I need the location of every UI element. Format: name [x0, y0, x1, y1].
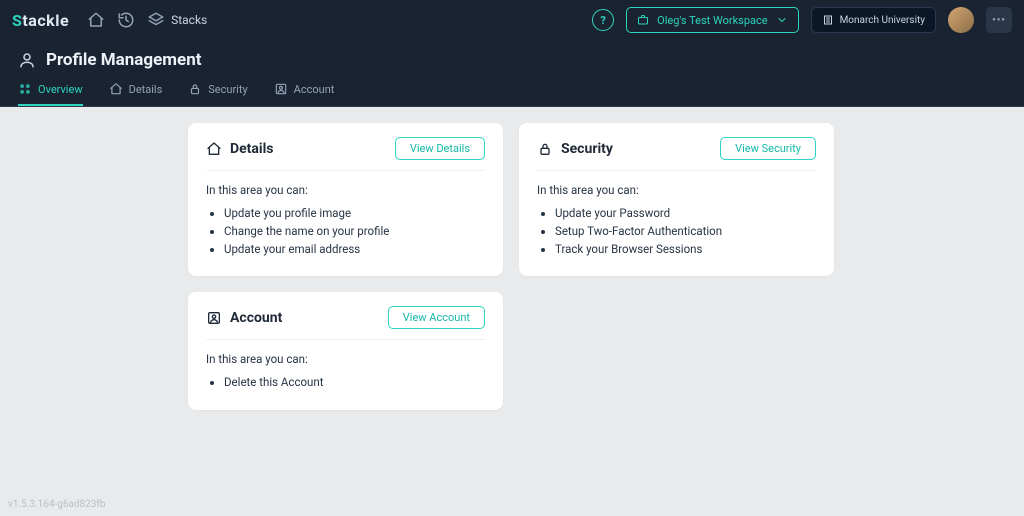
- card-security: Security View Security In this area you …: [519, 123, 834, 276]
- top-nav: Stackle Stacks ? Oleg's Test Workspace M…: [0, 0, 1024, 40]
- nav-stacks-label: Stacks: [171, 13, 207, 27]
- workspace-label: Oleg's Test Workspace: [657, 14, 767, 27]
- chevron-down-icon: [776, 14, 788, 26]
- list-item: Update you profile image: [224, 205, 485, 223]
- workspace-selector[interactable]: Oleg's Test Workspace: [626, 7, 798, 33]
- briefcase-icon: [637, 14, 649, 26]
- card-details: Details View Details In this area you ca…: [188, 123, 503, 276]
- content-area: Details View Details In this area you ca…: [0, 107, 1024, 410]
- card-account-title: Account: [230, 310, 282, 326]
- account-icon: [274, 82, 288, 96]
- brand-rest: tackle: [22, 11, 69, 30]
- account-icon: [206, 310, 222, 326]
- avatar[interactable]: [948, 7, 974, 33]
- tab-overview[interactable]: Overview: [18, 82, 83, 106]
- user-icon: [18, 51, 36, 69]
- list-item: Delete this Account: [224, 374, 485, 392]
- building-icon: [822, 14, 834, 26]
- tab-details[interactable]: Details: [109, 82, 163, 106]
- history-icon[interactable]: [117, 11, 135, 29]
- card-account-list: Delete this Account: [206, 374, 485, 392]
- brand-first: S: [12, 11, 22, 30]
- card-details-list: Update you profile image Change the name…: [206, 205, 485, 258]
- university-button[interactable]: Monarch University: [811, 7, 936, 33]
- view-details-button[interactable]: View Details: [395, 137, 485, 160]
- nav-stacks[interactable]: Stacks: [147, 11, 207, 29]
- page-title: Profile Management: [46, 50, 201, 70]
- lock-icon: [537, 141, 553, 157]
- tab-security-label: Security: [208, 83, 247, 96]
- list-item: Update your Password: [555, 205, 816, 223]
- home-icon[interactable]: [87, 11, 105, 29]
- more-button[interactable]: •••: [986, 7, 1012, 33]
- version-label: v1.5.3.164-g6ad823fb: [8, 499, 106, 510]
- university-label: Monarch University: [840, 15, 925, 26]
- card-account: Account View Account In this area you ca…: [188, 292, 503, 410]
- card-security-list: Update your Password Setup Two-Factor Au…: [537, 205, 816, 258]
- view-security-button[interactable]: View Security: [720, 137, 816, 160]
- tab-overview-label: Overview: [38, 83, 83, 96]
- home-small-icon: [206, 141, 222, 157]
- list-item: Setup Two-Factor Authentication: [555, 223, 816, 241]
- tab-account[interactable]: Account: [274, 82, 335, 106]
- list-item: Update your email address: [224, 241, 485, 259]
- lock-icon: [188, 82, 202, 96]
- tab-details-label: Details: [129, 83, 163, 96]
- card-account-intro: In this area you can:: [206, 352, 485, 366]
- tab-security[interactable]: Security: [188, 82, 247, 106]
- grid-icon: [18, 82, 32, 96]
- tabs: Overview Details Security Account: [0, 74, 1024, 106]
- page-titlebar: Profile Management: [0, 40, 1024, 74]
- card-security-title: Security: [561, 141, 613, 157]
- list-item: Track your Browser Sessions: [555, 241, 816, 259]
- list-item: Change the name on your profile: [224, 223, 485, 241]
- card-security-intro: In this area you can:: [537, 183, 816, 197]
- card-details-intro: In this area you can:: [206, 183, 485, 197]
- home-small-icon: [109, 82, 123, 96]
- tab-account-label: Account: [294, 83, 335, 96]
- layers-icon: [147, 11, 165, 29]
- card-details-title: Details: [230, 141, 274, 157]
- brand-logo[interactable]: Stackle: [12, 11, 69, 30]
- view-account-button[interactable]: View Account: [388, 306, 485, 329]
- help-button[interactable]: ?: [592, 9, 614, 31]
